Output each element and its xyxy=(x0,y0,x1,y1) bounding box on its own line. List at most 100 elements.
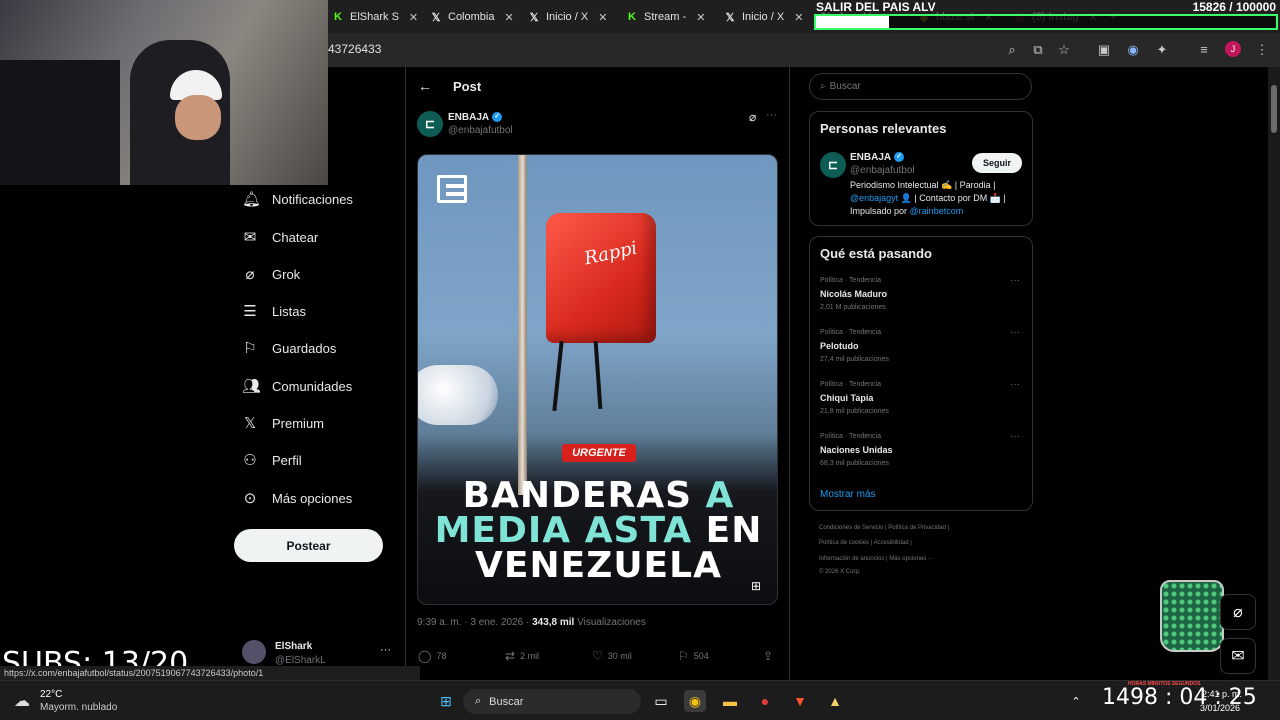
repost-button[interactable]: ⇄ 2 mil xyxy=(505,649,539,663)
app-icon[interactable]: ▲ xyxy=(824,690,846,712)
footer-links[interactable]: Condiciones de Servicio | Política de Pr… xyxy=(819,525,949,531)
nav-notificaciones[interactable]: 🔔︎ Notificaciones xyxy=(242,185,353,213)
browser-tab[interactable]: K Stream - ✕ xyxy=(626,5,718,29)
bio-line: @enbajagyt 👤 | Contacto por DM 📩 | xyxy=(850,193,1006,203)
extension-icon[interactable]: ◉ xyxy=(1125,42,1141,58)
back-arrow-icon[interactable]: ← xyxy=(418,78,432,94)
profile-avatar[interactable]: J xyxy=(1225,41,1241,57)
chrome-icon[interactable]: ◉ xyxy=(684,690,706,712)
page-title: Post xyxy=(453,78,482,94)
post-image[interactable]: Rappi URGENTE BANDERAS A MEDIA ASTA EN V… xyxy=(417,154,778,605)
copyright: © 2026 X Corp. xyxy=(819,569,861,575)
bio-line: Periodismo Intelectual ✍️ | Parodia | xyxy=(850,180,996,190)
media-icon[interactable]: ≡ xyxy=(1196,42,1212,57)
avatar xyxy=(242,640,266,664)
footer-links[interactable]: Información de anuncios | Más opciones ·… xyxy=(819,556,934,562)
jar-widget xyxy=(1160,580,1224,652)
avatar[interactable]: ⊏ xyxy=(820,152,846,178)
post-actions: ◯ 78 ⇄ 2 mil ♡ 30 mil ⚐ 504 ⇪ xyxy=(406,645,789,667)
kick-icon: K xyxy=(334,11,342,23)
clock-time[interactable]: 2:41 p. m. xyxy=(1202,689,1242,699)
share-button[interactable]: ⇪ xyxy=(763,649,778,663)
browser-tab[interactable]: 𝕏 Inicio / X ✕ xyxy=(528,5,620,29)
bag-strap-shape xyxy=(593,340,603,410)
puzzle-icon[interactable]: ✦ xyxy=(1154,42,1170,58)
link-status-bar: https://x.com/enbajafutbol/status/200751… xyxy=(0,666,420,680)
more-icon[interactable]: ··· xyxy=(380,644,391,656)
nav-perfil[interactable]: ⚇ Perfil xyxy=(242,446,301,474)
delivery-bag-shape: Rappi xyxy=(546,213,656,343)
browser-tab[interactable]: 𝕏 Inicio / X ✕ xyxy=(724,5,810,29)
kebab-menu-icon[interactable]: ⋮ xyxy=(1254,42,1270,58)
close-icon[interactable]: ✕ xyxy=(598,11,607,24)
windows-start-icon[interactable]: ⊞ xyxy=(435,690,457,712)
grok-icon[interactable]: ⌀ xyxy=(1220,594,1256,630)
chevron-up-icon[interactable]: ⌃ xyxy=(1065,690,1087,712)
clock-date[interactable]: 3/01/2026 xyxy=(1200,703,1240,713)
zoom-icon[interactable]: ⌕ xyxy=(1004,42,1020,58)
page-scrollbar[interactable] xyxy=(1268,67,1280,680)
post-button[interactable]: Postear xyxy=(234,529,383,562)
nav-comunidades[interactable]: 👥︎ Comunidades xyxy=(242,372,352,400)
search-input[interactable]: ⌕ Buscar xyxy=(809,73,1032,100)
x-logo-icon: 𝕏 xyxy=(725,11,735,24)
account-switcher[interactable]: ElShark @ElSharkL ··· xyxy=(242,640,392,668)
taskbar-search[interactable]: ⌕ Buscar xyxy=(463,689,641,714)
verified-badge-icon: ✓ xyxy=(894,152,905,163)
nav-listas[interactable]: ☰ Listas xyxy=(242,297,306,325)
like-button[interactable]: ♡ 30 mil xyxy=(592,649,632,663)
weather-desc[interactable]: Mayorm. nublado xyxy=(40,702,117,713)
reply-button[interactable]: ◯ 78 xyxy=(418,649,446,663)
more-icon[interactable]: ··· xyxy=(766,109,777,121)
footer-links[interactable]: Política de cookies | Accesibilidad | xyxy=(819,540,912,546)
reply-icon: ◯ xyxy=(418,649,432,663)
nav-grok[interactable]: ⌀ Grok xyxy=(242,260,300,288)
show-more-link[interactable]: Mostrar más xyxy=(820,489,876,500)
weather-temp[interactable]: 22°C xyxy=(40,689,62,700)
follow-button[interactable]: Seguir xyxy=(972,153,1022,173)
obs-icon[interactable]: ● xyxy=(754,690,776,712)
close-icon[interactable]: ✕ xyxy=(794,11,803,24)
browser-tab[interactable]: K ElShark S ✕ xyxy=(332,5,424,29)
more-icon[interactable]: ··· xyxy=(1010,327,1020,338)
author-name[interactable]: ENBAJA ✓ xyxy=(448,112,503,123)
author-handle[interactable]: @enbajafutbol xyxy=(448,125,513,136)
flagpole-shape xyxy=(518,155,527,495)
windows-taskbar: ☁ 22°C Mayorm. nublado ⊞ ⌕ Buscar ▭ ◉ ▬ … xyxy=(0,680,1280,720)
author-avatar[interactable]: ⊏ xyxy=(417,111,443,137)
url-field[interactable]: 43726433 xyxy=(328,42,381,56)
heart-icon: ♡ xyxy=(592,649,603,663)
more-icon[interactable]: ··· xyxy=(1010,379,1020,390)
x-logo-icon: 𝕏 xyxy=(431,11,441,24)
cast-icon[interactable]: ⧉ xyxy=(1030,42,1046,58)
timer-labels: HORAS MINUTOS SEGUNDOS xyxy=(1128,681,1201,687)
nav-mas-opciones[interactable]: ⊙ Más opciones xyxy=(242,484,353,512)
image-alt-icon[interactable]: ⊞ xyxy=(751,579,761,593)
mail-icon: ✉ xyxy=(243,229,257,246)
extension-icon[interactable]: ▣ xyxy=(1096,42,1112,58)
nav-premium[interactable]: 𝕏 Premium xyxy=(242,409,324,437)
close-icon[interactable]: ✕ xyxy=(504,11,513,24)
relevant-name[interactable]: ENBAJA ✓ xyxy=(850,152,905,163)
card-title: Personas relevantes xyxy=(820,121,947,136)
more-icon[interactable]: ··· xyxy=(1010,275,1020,286)
star-icon[interactable]: ☆ xyxy=(1056,42,1072,58)
close-icon[interactable]: ✕ xyxy=(696,11,705,24)
x-logo-icon: 𝕏 xyxy=(243,415,257,432)
brave-icon[interactable]: ▼ xyxy=(789,690,811,712)
task-view-icon[interactable]: ▭ xyxy=(650,690,672,712)
scrollbar-thumb[interactable] xyxy=(1271,85,1277,133)
card-title: Qué está pasando xyxy=(820,246,932,261)
close-icon[interactable]: ✕ xyxy=(409,11,418,24)
bookmark-button[interactable]: ⚐ 504 xyxy=(678,649,709,663)
relevant-handle[interactable]: @enbajafutbol xyxy=(850,165,915,176)
more-icon[interactable]: ··· xyxy=(1010,431,1020,442)
browser-tab[interactable]: 𝕏 Colombia ✕ xyxy=(430,5,522,29)
grok-explain-icon[interactable]: ⌀ xyxy=(749,110,756,124)
messages-icon[interactable]: ✉ xyxy=(1220,638,1256,674)
nav-guardados[interactable]: ⚐ Guardados xyxy=(242,334,336,362)
folder-icon[interactable]: ▬ xyxy=(719,690,741,712)
repost-icon: ⇄ xyxy=(505,649,516,663)
nav-chatear[interactable]: ✉ Chatear xyxy=(242,223,319,251)
people-icon: 👥︎ xyxy=(242,378,262,395)
